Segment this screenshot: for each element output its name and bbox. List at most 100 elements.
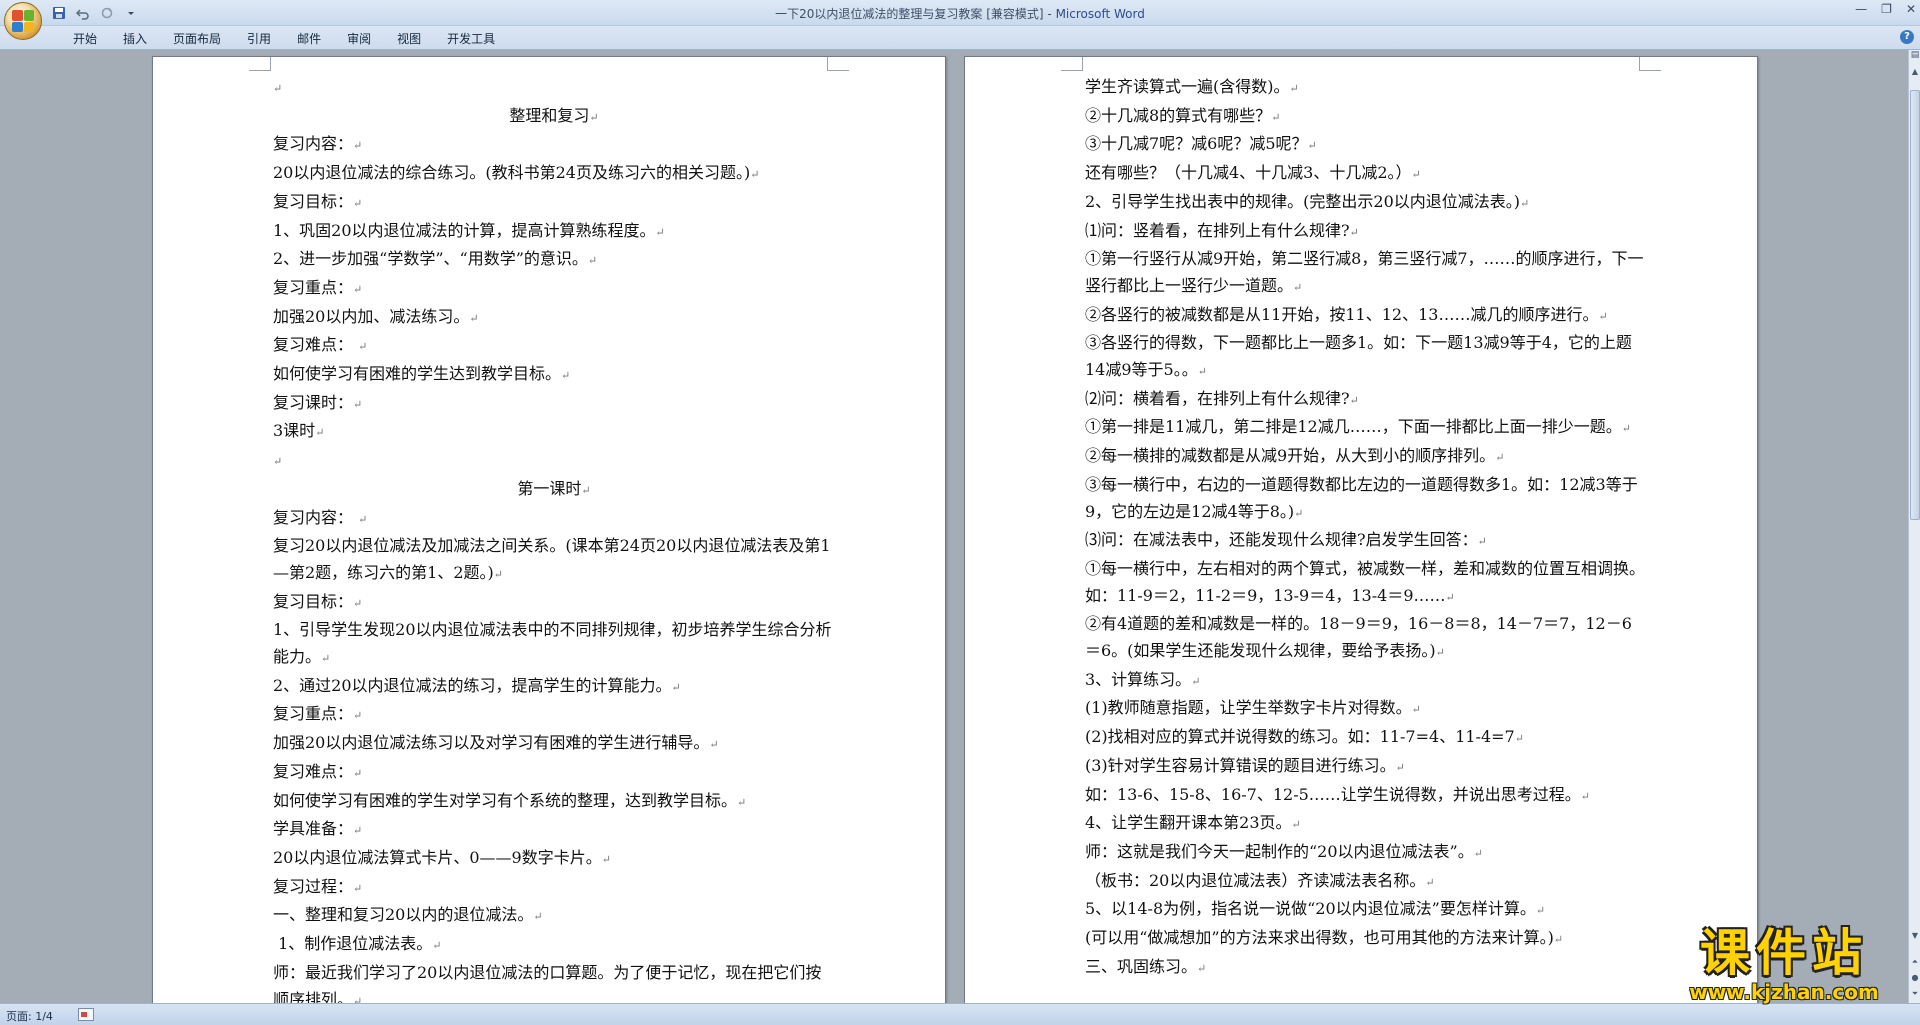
paragraph[interactable]: ↵ [273,74,835,103]
tab-insert[interactable]: 插入 [110,30,160,48]
paragraph[interactable]: 3、计算练习。↵ [1085,667,1647,696]
paragraph-mark-icon: ↵ [587,254,598,268]
page-count[interactable]: 页面: 1/4 [6,1008,53,1024]
paragraph[interactable]: 复习20以内退位减法及加减法之间关系。(课本第24页20以内退位减法表及第1—第… [273,533,835,588]
help-icon[interactable]: ? [1900,30,1914,44]
view-ruler-icon[interactable]: ▤ [1909,50,1920,64]
select-browse-object-icon[interactable]: ● [1909,972,1920,984]
paragraph-mark-icon: ↵ [1349,225,1359,239]
paragraph[interactable]: 还有哪些？（十几减4、十几减3、十几减2。）↵ [1085,160,1647,189]
tab-review[interactable]: 审阅 [334,30,384,48]
paragraph-text: ①第一行竖行从减9开始，第二竖行减8，第三竖行减7，……的顺序进行，下一竖行都比… [1085,249,1644,295]
paragraph[interactable]: 学具准备：↵ [273,816,835,845]
paragraph[interactable]: 复习重点：↵ [273,275,835,304]
paragraph[interactable]: (可以用“做减想加”的方法来求出得数，也可用其他的方法来计算。)↵ [1085,925,1647,954]
paragraph[interactable]: 复习课时：↵ [273,390,835,419]
paragraph[interactable]: ③十几减7呢？减6呢？减5呢？↵ [1085,131,1647,160]
restore-icon[interactable]: ❐ [1881,2,1892,16]
paragraph[interactable]: ②有4道题的差和减数是一样的。18－9＝9，16－8＝8，14－7＝7，12－6… [1085,611,1647,666]
paragraph[interactable]: 2、引导学生找出表中的规律。(完整出示20以内退位减法表。)↵ [1085,189,1647,218]
paragraph[interactable]: 1、引导学生发现20以内退位减法表中的不同排列规律，初步培养学生综合分析能力。↵ [273,617,835,672]
paragraph[interactable]: 复习目标：↵ [273,189,835,218]
page-text-right[interactable]: 学生齐读算式一遍(含得数)。↵ ②十几减8的算式有哪些？↵ ③十几减7呢？减6呢？减… [1085,74,1647,983]
paragraph[interactable]: ②各竖行的被减数都是从11开始，按11、12、13……减几的顺序进行。↵ [1085,302,1647,331]
paragraph-mark-icon: ↵ [353,709,363,723]
paragraph[interactable]: ②每一横排的减数都是从减9开始，从大到小的顺序排列。↵ [1085,443,1647,472]
paragraph[interactable]: 师：这就是我们今天一起制作的“20以内退位减法表”。↵ [1085,839,1647,868]
paragraph-mark-icon: ↵ [1495,451,1505,465]
paragraph[interactable]: 复习目标：↵ [273,589,835,618]
paragraph[interactable]: 5、以14-8为例，指名说一说做“20以内退位减法”要怎样计算。↵ [1085,896,1647,925]
paragraph[interactable]: ①第一排是11减几，第二排是12减几……，下面一排都比上面一排少一题。↵ [1085,414,1647,443]
paragraph[interactable]: (2)找相对应的算式并说得数的练习。如：11-7=4、11-4=7↵ [1085,724,1647,753]
minimize-icon[interactable]: — [1855,2,1867,16]
tab-developer[interactable]: 开发工具 [434,30,508,48]
paragraph-text: (2)找相对应的算式并说得数的练习。如：11-7=4、11-4=7 [1085,727,1515,747]
paragraph[interactable]: 复习过程：↵ [273,874,835,903]
document-page-left[interactable]: ↵ 整理和复习↵ 复习内容：↵ 20以内退位减法的综合练习。(教科书第24页及练习六的… [152,56,946,1003]
scroll-thumb[interactable] [1910,90,1920,520]
paragraph[interactable]: 如何使学习有困难的学生对学习有个系统的整理，达到教学目标。↵ [273,788,835,817]
paragraph[interactable]: 如何使学习有困难的学生达到教学目标。↵ [273,361,835,390]
paragraph[interactable]: ↵ [273,447,835,476]
paragraph-text: ②各竖行的被减数都是从11开始，按11、12、13……减几的顺序进行。 [1085,304,1599,324]
paragraph[interactable]: 复习内容： ↵ [273,505,835,534]
paragraph[interactable]: ⑵问：横着看，在排列上有什么规律?↵ [1085,386,1647,415]
close-icon[interactable]: ✕ [1906,2,1916,16]
paragraph[interactable]: 加强20以内加、减法练习。↵ [273,304,835,333]
paragraph-mark-icon: ↵ [671,680,681,694]
paragraph[interactable]: 2、进一步加强“学数学”、“用数学”的意识。↵ [273,246,835,275]
paragraph[interactable]: 复习难点： ↵ [273,332,835,361]
office-button[interactable] [4,2,42,40]
paragraph[interactable]: ⑶问：在减法表中，还能发现什么规律?启发学生回答：↵ [1085,527,1647,556]
paragraph[interactable]: 第一课时↵ [273,476,835,505]
paragraph[interactable]: 学生齐读算式一遍(含得数)。↵ [1085,74,1647,103]
paragraph[interactable]: 加强20以内退位减法练习以及对学习有困难的学生进行辅导。↵ [273,730,835,759]
paragraph[interactable]: 20以内退位减法的综合练习。(教科书第24页及练习六的相关习题。)↵ [273,160,835,189]
page-text-left[interactable]: ↵ 整理和复习↵ 复习内容：↵ 20以内退位减法的综合练习。(教科书第24页及练习六的… [273,74,835,1003]
paragraph-text: 复习内容： [273,507,359,527]
paragraph[interactable]: 4、让学生翻开课本第23页。↵ [1085,810,1647,839]
paragraph[interactable]: 一、整理和复习20以内的退位减法。↵ [273,902,835,931]
vertical-scrollbar[interactable]: ▤ ▲ ▼ ⏶ ● ⏷ [1908,50,1920,1003]
paragraph[interactable]: ②十几减8的算式有哪些？↵ [1085,103,1647,132]
tab-home[interactable]: 开始 [60,30,110,48]
paragraph[interactable]: 复习难点：↵ [273,759,835,788]
paragraph[interactable]: 复习内容：↵ [273,131,835,160]
previous-page-icon[interactable]: ⏶ [1909,956,1920,968]
scroll-down-icon[interactable]: ▼ [1909,930,1920,942]
paragraph[interactable]: ③各竖行的得数，下一题都比上一题多1。如：下一题13减9等于4，它的上题14减9… [1085,330,1647,385]
paragraph[interactable]: 三、巩固练习。↵ [1085,954,1647,983]
tab-page-layout[interactable]: 页面布局 [160,30,234,48]
paragraph-text: 三、巩固练习。 [1085,956,1198,976]
paragraph[interactable]: （板书：20以内退位减法表）齐读减法表名称。↵ [1085,868,1647,897]
crop-mark [1639,57,1661,71]
next-page-icon[interactable]: ⏷ [1909,988,1920,1000]
tab-mailings[interactable]: 邮件 [284,30,334,48]
paragraph-text: 如何使学习有困难的学生达到教学目标。 [273,364,562,384]
paragraph[interactable]: 20以内退位减法算式卡片、0——9数字卡片。↵ [273,845,835,874]
tab-view[interactable]: 视图 [384,30,434,48]
tab-references[interactable]: 引用 [234,30,284,48]
paragraph[interactable]: 2、通过20以内退位减法的练习，提高学生的计算能力。↵ [273,673,835,702]
paragraph[interactable]: 整理和复习↵ [273,103,835,132]
paragraph[interactable]: 复习重点：↵ [273,701,835,730]
document-page-right[interactable]: 学生齐读算式一遍(含得数)。↵ ②十几减8的算式有哪些？↵ ③十几减7呢？减6呢？减… [964,56,1758,1003]
paragraph-mark-icon: ↵ [1191,674,1201,688]
proofing-icon[interactable] [78,1008,94,1021]
paragraph[interactable]: ③每一横行中，右边的一道题得数都比左边的一道题得数多1。如：12减3等于9，它的… [1085,472,1647,527]
scroll-up-icon[interactable]: ▲ [1909,66,1920,78]
paragraph[interactable]: (1)教师随意指题，让学生举数字卡片对得数。↵ [1085,695,1647,724]
paragraph-text: ②每一横排的减数都是从减9开始，从大到小的顺序排列。 [1085,446,1496,466]
paragraph[interactable]: 1、巩固20以内退位减法的计算，提高计算熟练程度。↵ [273,218,835,247]
paragraph[interactable]: 师：最近我们学习了20以内退位减法的口算题。为了便于记忆，现在把它们按顺序排列。… [273,960,835,1003]
paragraph[interactable]: ⑴问：竖着看，在排列上有什么规律?↵ [1085,218,1647,247]
paragraph-mark-icon: ↵ [469,311,479,325]
paragraph-mark-icon: ↵ [1425,875,1435,889]
paragraph[interactable]: (3)针对学生容易计算错误的题目进行练习。↵ [1085,753,1647,782]
paragraph[interactable]: ①第一行竖行从减9开始，第二竖行减8，第三竖行减7，……的顺序进行，下一竖行都比… [1085,246,1647,301]
paragraph[interactable]: 3课时↵ [273,418,835,447]
paragraph[interactable]: ①每一横行中，左右相对的两个算式，被减数一样，差和减数的位置互相调换。如：11-… [1085,556,1647,611]
paragraph[interactable]: 如：13-6、15-8、16-7、12-5……让学生说得数，并说出思考过程。↵ [1085,782,1647,811]
paragraph[interactable]: 1、制作退位减法表。↵ [273,931,835,960]
